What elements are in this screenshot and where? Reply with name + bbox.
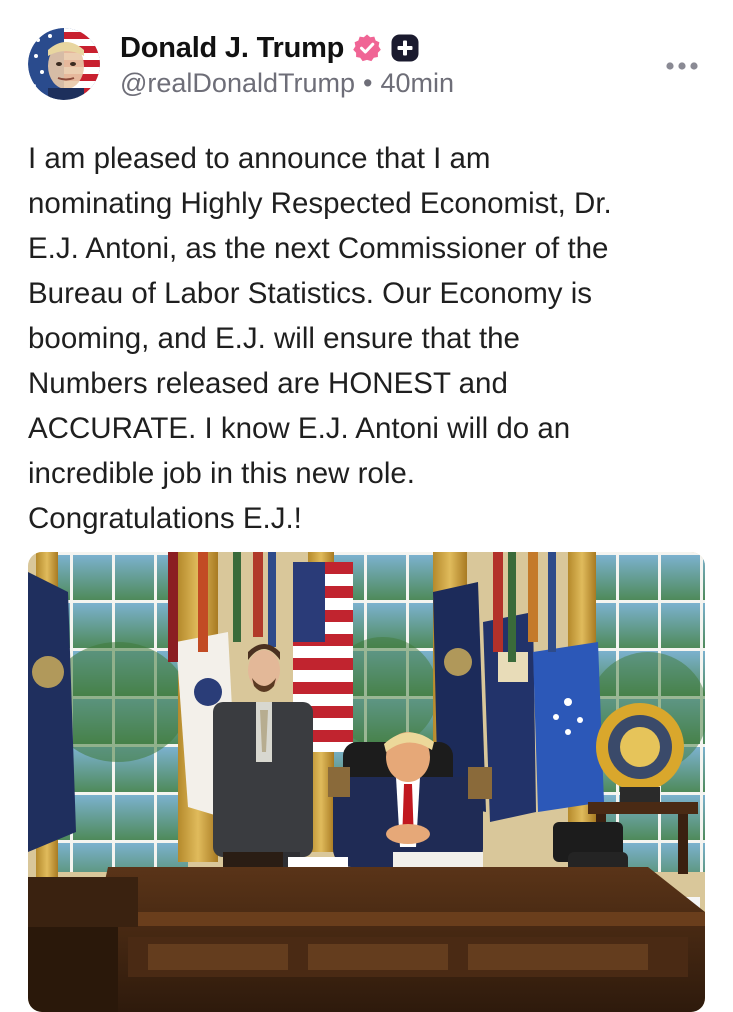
post-text-line: Bureau of Labor Statistics. Our Economy … (28, 277, 593, 310)
post-text-line: Congratulations E.J.! (28, 502, 302, 535)
post-text-line: ACCURATE. I know E.J. Antoni will do an (28, 412, 571, 445)
author-display-name[interactable]: Donald J. Trump (120, 32, 344, 65)
oval-office-photo (28, 552, 705, 1012)
avatar-image (28, 28, 100, 100)
post-text-line: E.J. Antoni, as the next Commissioner of… (28, 232, 609, 265)
more-options-icon (666, 62, 698, 70)
plus-badge-icon (390, 33, 420, 63)
post-text-line: booming, and E.J. will ensure that the (28, 322, 520, 355)
avatar[interactable] (28, 28, 100, 100)
more-options-button[interactable] (660, 52, 704, 80)
post-body-text: I am pleased to announce that I am nomin… (28, 136, 708, 541)
post-text-line: incredible job in this new role. (28, 457, 415, 490)
post-timestamp[interactable]: 40min (380, 68, 454, 98)
post-text-line: I am pleased to announce that I am (28, 142, 491, 175)
author-handle[interactable]: @realDonaldTrump (120, 68, 355, 98)
author-name-row: Donald J. Trump (120, 30, 420, 66)
post-text-line: nominating Highly Respected Economist, D… (28, 187, 612, 220)
author-handle-row: @realDonaldTrump • 40min (120, 68, 454, 99)
post-card: Donald J. Trump @realDonaldTrump •40min (0, 0, 733, 1012)
verified-badge-icon (352, 33, 382, 63)
post-photo[interactable] (28, 552, 705, 1012)
separator-dot: • (363, 68, 373, 98)
post-text-line: Numbers released are HONEST and (28, 367, 508, 400)
